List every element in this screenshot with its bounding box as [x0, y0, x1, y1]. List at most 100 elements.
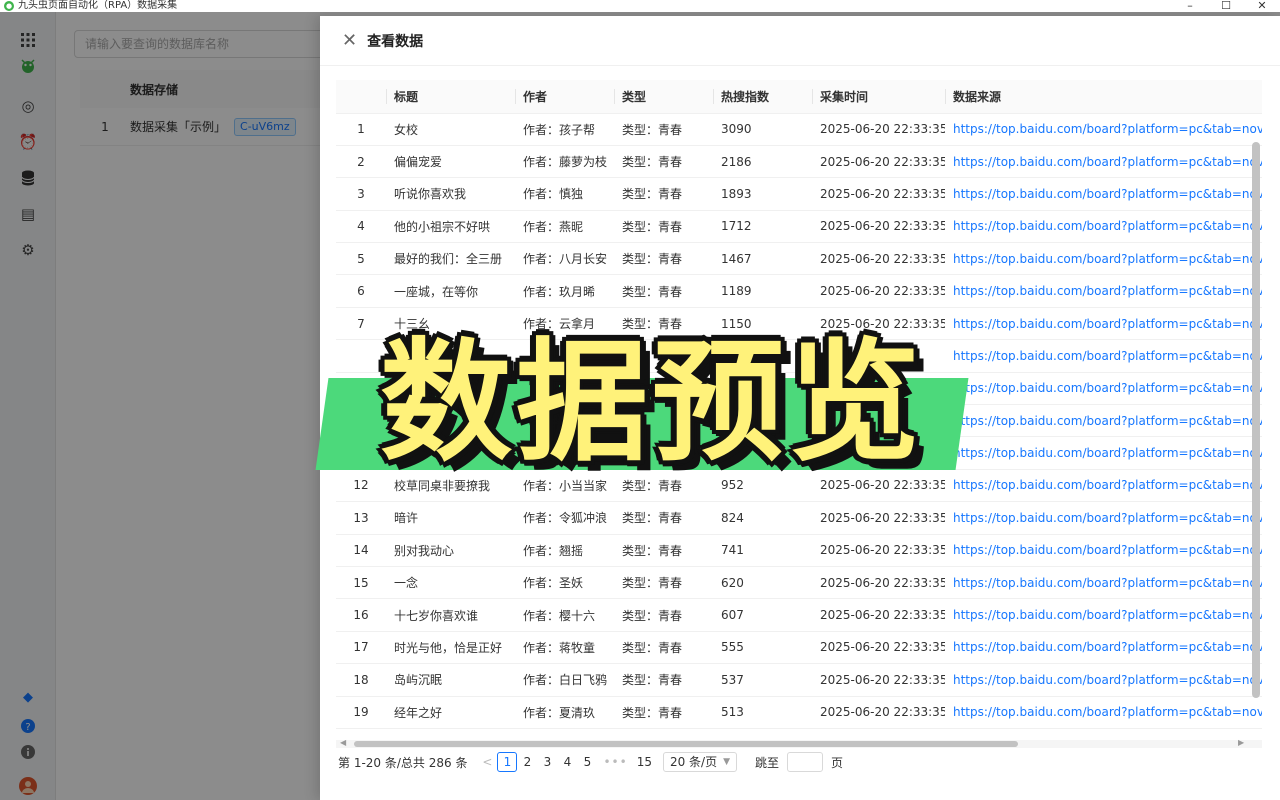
row-source-link[interactable]: https://top.baidu.com/board?platform=pc&…	[945, 696, 1262, 729]
table-header-row: 标题 作者 类型 热搜指数 采集时间 数据来源	[336, 80, 1262, 114]
row-source-link[interactable]: https://top.baidu.com/board?platform=pc&…	[945, 404, 1262, 438]
row-type: 类型：青春	[614, 113, 713, 146]
row-source-link[interactable]: https://top.baidu.com/board?platform=pc&…	[945, 274, 1262, 308]
row-source-link[interactable]: https://top.baidu.com/board?platform=pc&…	[945, 631, 1262, 665]
row-type: 类型：青春	[614, 210, 713, 244]
table-row[interactable]: 5 最好的我们：全三册 作者：八月长安 类型：青春 1467 2025-06-20 22:…	[336, 242, 1262, 276]
row-source-link[interactable]: https://top.baidu.com/board?platform=pc&…	[945, 372, 1262, 406]
row-source-link[interactable]: https://top.baidu.com/board?platform=pc&…	[945, 113, 1262, 146]
page-size-select[interactable]: 20 条/页 ▼	[662, 752, 738, 772]
row-source-link[interactable]: https://top.baidu.com/board?platform=pc&…	[945, 177, 1262, 211]
row-author: 作者：圣妖	[515, 566, 614, 600]
row-index: 17	[336, 631, 386, 665]
row-type: 类型：青春	[614, 145, 713, 179]
page-button-1[interactable]: 1	[497, 752, 518, 772]
page-button-5[interactable]: 5	[577, 752, 597, 772]
row-index: 19	[336, 696, 386, 729]
close-icon[interactable]: ✕	[342, 30, 357, 51]
row-collect-time: 2025-06-20 22:33:35	[812, 210, 945, 244]
app-logo-icon: ●	[4, 1, 14, 11]
minimize-button[interactable]: –	[1172, 0, 1208, 12]
row-hot-index: 1189	[713, 274, 812, 308]
row-collect-time: 2025-06-20 22:33:35	[812, 663, 945, 697]
row-source-link[interactable]: https://top.baidu.com/board?platform=pc&…	[945, 307, 1262, 341]
table-row[interactable]: 19 经年之好 作者：夏清玖 类型：青春 513 2025-06-20 22:33:35 h…	[336, 696, 1262, 729]
row-author: 作者：翘摇	[515, 534, 614, 567]
table-row[interactable]: 1 女校 作者：孩子帮 类型：青春 3090 2025-06-20 22:33:35 htt…	[336, 113, 1262, 146]
row-type: 类型：青春	[614, 501, 713, 535]
row-hot-index: 2186	[713, 145, 812, 179]
row-title: 别对我动心	[386, 534, 515, 567]
row-source-link[interactable]: https://top.baidu.com/board?platform=pc&…	[945, 339, 1262, 373]
row-title: 听说你喜欢我	[386, 177, 515, 211]
column-header-source: 数据来源	[945, 80, 1262, 114]
row-index: 14	[336, 534, 386, 567]
row-collect-time: 2025-06-20 22:33:35	[812, 566, 945, 600]
row-collect-time: 2025-06-20 22:33:35	[812, 534, 945, 567]
table-row[interactable]: 2 偏偏宠爱 作者：藤萝为枝 类型：青春 2186 2025-06-20 22:33:35…	[336, 145, 1262, 179]
row-source-link[interactable]: https://top.baidu.com/board?platform=pc&…	[945, 145, 1262, 179]
more-pages-button[interactable]: •••	[597, 755, 633, 769]
row-index: 13	[336, 501, 386, 535]
pagination: 第 1-20 条/总共 286 条 < 1 2 3 4 5 ••• 15 20 …	[338, 750, 843, 774]
row-collect-time: 2025-06-20 22:33:35	[812, 501, 945, 535]
row-index: 18	[336, 663, 386, 697]
row-author: 作者：孩子帮	[515, 113, 614, 146]
column-header-type: 类型	[614, 80, 713, 114]
maximize-button[interactable]: ☐	[1208, 0, 1244, 12]
row-index: 4	[336, 210, 386, 244]
page-unit-label: 页	[831, 755, 844, 770]
table-row[interactable]: 18 岛屿沉眠 作者：白日飞鸦 类型：青春 537 2025-06-20 22:33:35…	[336, 663, 1262, 697]
table-row[interactable]: 17 时光与他，恰是正好 作者：蒋牧童 类型：青春 555 2025-06-20 22:3…	[336, 631, 1262, 665]
row-index: 6	[336, 274, 386, 308]
page-button-3[interactable]: 3	[537, 752, 557, 772]
row-title: 暗许	[386, 501, 515, 535]
table-row[interactable]: 16 十七岁你喜欢谁 作者：樱十六 类型：青春 607 2025-06-20 22:33:…	[336, 598, 1262, 632]
row-type: 类型：青春	[614, 696, 713, 729]
page-button-last[interactable]: 15	[634, 752, 655, 772]
row-title: 最好的我们：全三册	[386, 242, 515, 276]
row-source-link[interactable]: https://top.baidu.com/board?platform=pc&…	[945, 534, 1262, 567]
scroll-left-icon[interactable]: ◀	[340, 738, 346, 748]
row-source-link[interactable]: https://top.baidu.com/board?platform=pc&…	[945, 598, 1262, 632]
close-window-button[interactable]: ✕	[1244, 0, 1280, 12]
row-index: 5	[336, 242, 386, 276]
table-row[interactable]: 14 别对我动心 作者：翘摇 类型：青春 741 2025-06-20 22:33:35 h…	[336, 534, 1262, 567]
table-row[interactable]: 3 听说你喜欢我 作者：慎独 类型：青春 1893 2025-06-20 22:33:35…	[336, 177, 1262, 211]
row-collect-time: 2025-06-20 22:33:35	[812, 631, 945, 665]
scroll-right-icon[interactable]: ▶	[1238, 738, 1244, 748]
prev-page-button[interactable]: <	[477, 752, 497, 772]
row-hot-index: 537	[713, 663, 812, 697]
row-source-link[interactable]: https://top.baidu.com/board?platform=pc&…	[945, 469, 1262, 503]
row-source-link[interactable]: https://top.baidu.com/board?platform=pc&…	[945, 566, 1262, 600]
table-row[interactable]: 13 暗许 作者：令狐冲浪 类型：青春 824 2025-06-20 22:33:35 ht…	[336, 501, 1262, 535]
row-source-link[interactable]: https://top.baidu.com/board?platform=pc&…	[945, 436, 1262, 470]
row-source-link[interactable]: https://top.baidu.com/board?platform=pc&…	[945, 242, 1262, 276]
vertical-scrollbar[interactable]	[1252, 142, 1260, 698]
row-source-link[interactable]: https://top.baidu.com/board?platform=pc&…	[945, 663, 1262, 697]
table-row[interactable]: 15 一念 作者：圣妖 类型：青春 620 2025-06-20 22:33:35 http…	[336, 566, 1262, 600]
row-collect-time: 2025-06-20 22:33:35	[812, 696, 945, 729]
row-title: 十七岁你喜欢谁	[386, 598, 515, 632]
row-index: 1	[336, 113, 386, 146]
drawer-title: 查看数据	[367, 33, 424, 50]
row-hot-index: 1893	[713, 177, 812, 211]
row-type: 类型：青春	[614, 274, 713, 308]
table-row[interactable]: 6 一座城，在等你 作者：玖月晞 类型：青春 1189 2025-06-20 22:33:…	[336, 274, 1262, 308]
row-hot-index: 620	[713, 566, 812, 600]
row-hot-index: 741	[713, 534, 812, 567]
row-hot-index: 3090	[713, 113, 812, 146]
row-source-link[interactable]: https://top.baidu.com/board?platform=pc&…	[945, 501, 1262, 535]
jump-label: 跳至	[755, 755, 780, 770]
page-button-4[interactable]: 4	[557, 752, 577, 772]
caption-text: 数据预览	[380, 326, 924, 480]
page-button-2[interactable]: 2	[517, 752, 537, 772]
jump-page-input[interactable]	[787, 752, 824, 772]
window-title: 九头虫页面自动化（RPA）数据采集	[18, 0, 178, 11]
column-header-hot-index: 热搜指数	[713, 80, 812, 114]
row-author: 作者：燕昵	[515, 210, 614, 244]
table-row[interactable]: 4 他的小祖宗不好哄 作者：燕昵 类型：青春 1712 2025-06-20 22:33:…	[336, 210, 1262, 244]
column-header-author: 作者	[515, 80, 614, 114]
row-source-link[interactable]: https://top.baidu.com/board?platform=pc&…	[945, 210, 1262, 244]
horizontal-scrollbar[interactable]	[354, 741, 1018, 747]
